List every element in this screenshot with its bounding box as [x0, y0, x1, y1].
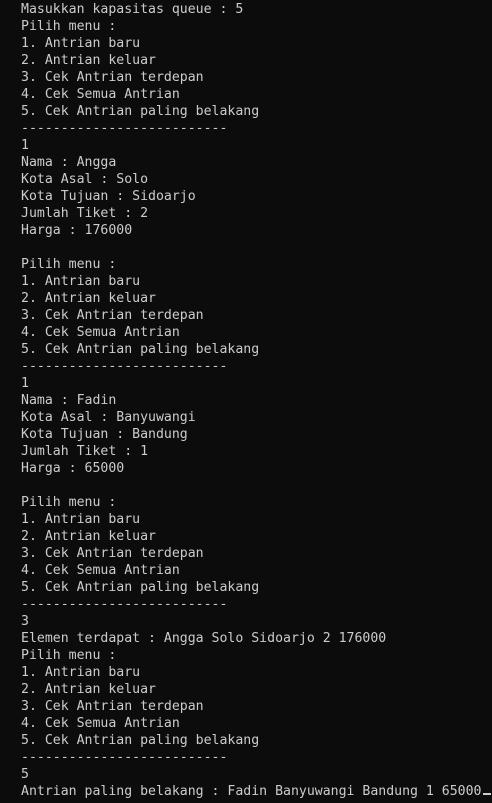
- console-line: 3. Cek Antrian terdepan: [21, 546, 204, 561]
- console-line: Kota Asal : Banyuwangi: [21, 410, 196, 425]
- console-line: Pilih menu :: [21, 495, 117, 510]
- console-line: 5. Cek Antrian paling belakang: [21, 104, 260, 119]
- console-line: 5: [21, 767, 29, 782]
- console-last-line: Antrian paling belakang : Fadin Banyuwan…: [21, 783, 491, 800]
- console-line: 3. Cek Antrian terdepan: [21, 70, 204, 85]
- console-line: Kota Asal : Solo: [21, 172, 149, 187]
- console-output: Masukkan kapasitas queue : 5 Pilih menu …: [21, 1, 491, 800]
- console-line: --------------------------: [21, 750, 228, 765]
- console-line: Nama : Angga: [21, 155, 117, 170]
- console-line: 5. Cek Antrian paling belakang: [21, 342, 260, 357]
- console-line: 4. Cek Semua Antrian: [21, 563, 180, 578]
- console-line: 3. Cek Antrian terdepan: [21, 308, 204, 323]
- console-line: 4. Cek Semua Antrian: [21, 716, 180, 731]
- console-line: Jumlah Tiket : 1: [21, 444, 149, 459]
- console-line: 1: [21, 138, 29, 153]
- console-line: Kota Tujuan : Sidoarjo: [21, 189, 196, 204]
- console-line: --------------------------: [21, 359, 228, 374]
- console-line: 4. Cek Semua Antrian: [21, 325, 180, 340]
- console-line: 2. Antrian keluar: [21, 291, 156, 306]
- console-line: Harga : 65000: [21, 461, 125, 476]
- console-line: Harga : 176000: [21, 223, 133, 238]
- console-line: Pilih menu :: [21, 257, 117, 272]
- console-line: Kota Tujuan : Bandung: [21, 427, 188, 442]
- console-line: 1. Antrian baru: [21, 512, 141, 527]
- console-line: 2. Antrian keluar: [21, 529, 156, 544]
- console-line: 5. Cek Antrian paling belakang: [21, 733, 260, 748]
- console-line: Antrian paling belakang : Fadin Banyuwan…: [21, 784, 482, 799]
- console-line: Elemen terdapat : Angga Solo Sidoarjo 2 …: [21, 631, 387, 646]
- console-window[interactable]: Masukkan kapasitas queue : 5 Pilih menu …: [0, 0, 492, 803]
- console-line: 1. Antrian baru: [21, 274, 141, 289]
- console-line: 5. Cek Antrian paling belakang: [21, 580, 260, 595]
- console-line: Masukkan kapasitas queue : 5: [21, 2, 244, 17]
- console-line: Nama : Fadin: [21, 393, 117, 408]
- console-line: Pilih menu :: [21, 19, 117, 34]
- console-line: 1: [21, 376, 29, 391]
- console-line: 1. Antrian baru: [21, 36, 141, 51]
- console-line: 4. Cek Semua Antrian: [21, 87, 180, 102]
- console-line: --------------------------: [21, 121, 228, 136]
- console-line: 3. Cek Antrian terdepan: [21, 699, 204, 714]
- console-line: 2. Antrian keluar: [21, 53, 156, 68]
- console-line: 1. Antrian baru: [21, 665, 141, 680]
- console-line: Pilih menu :: [21, 648, 117, 663]
- console-line: 2. Antrian keluar: [21, 682, 156, 697]
- console-line: Jumlah Tiket : 2: [21, 206, 149, 221]
- console-line: 3: [21, 614, 29, 629]
- console-line: --------------------------: [21, 597, 228, 612]
- text-cursor: [482, 793, 491, 795]
